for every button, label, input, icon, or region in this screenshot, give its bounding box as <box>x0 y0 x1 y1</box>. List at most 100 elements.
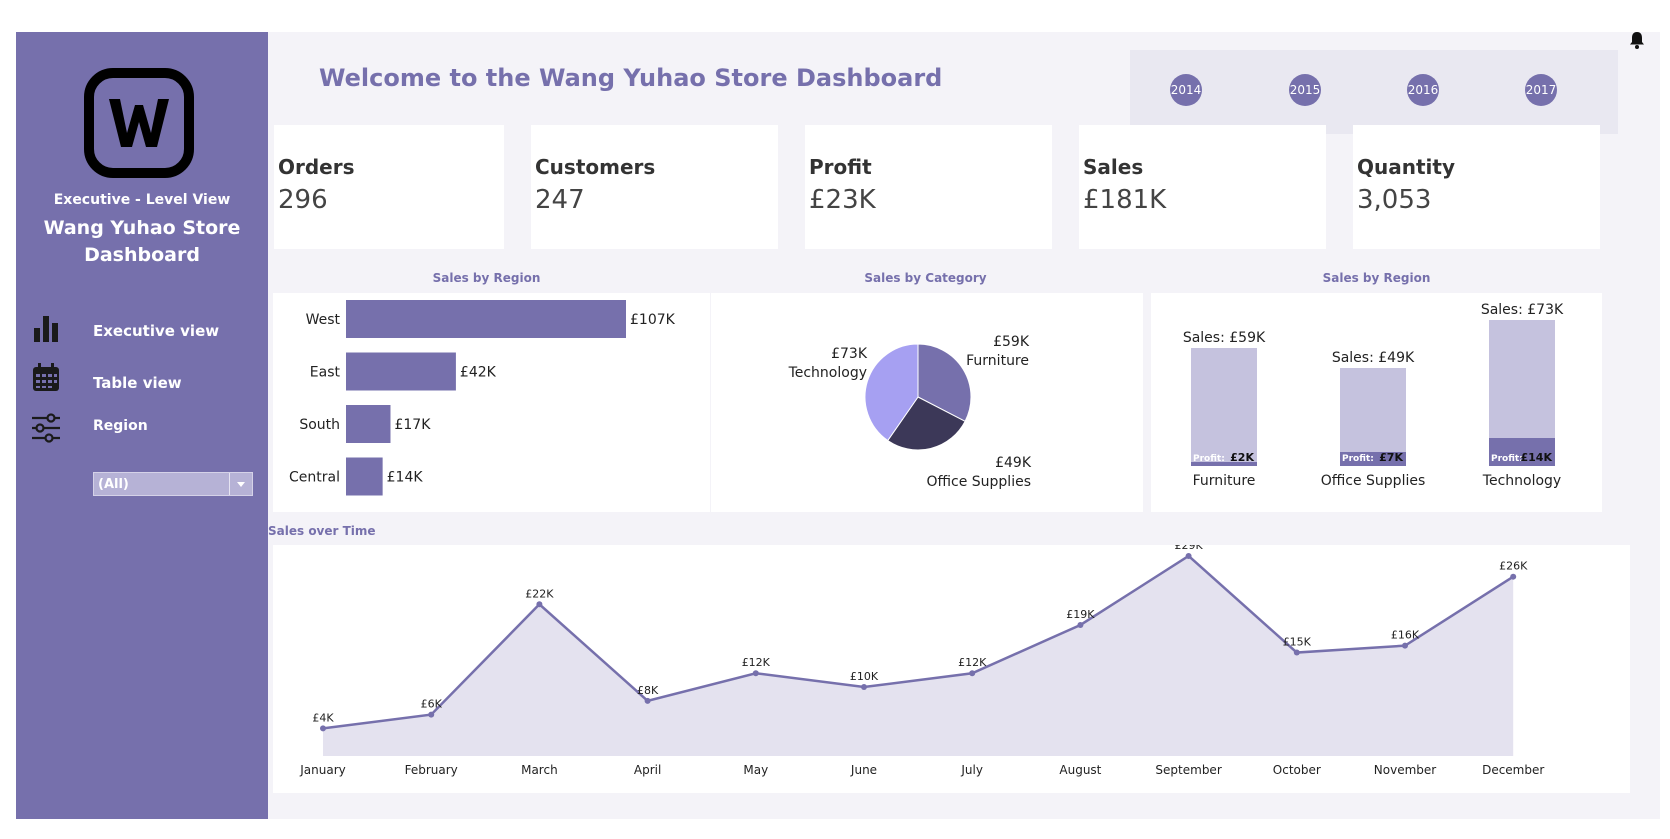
profit-prefix-label: Profit: <box>1342 454 1374 464</box>
region-category-label: West <box>306 312 341 328</box>
sales-point <box>1510 573 1517 580</box>
sales-area <box>323 556 1514 756</box>
region-value-label: £14K <box>387 470 424 486</box>
kpi-value: 247 <box>535 185 585 215</box>
month-axis-label: June <box>850 763 877 777</box>
bell-icon[interactable] <box>1627 30 1647 50</box>
year-button-2017[interactable]: 2017 <box>1525 74 1557 106</box>
category-pie-chart: £59K Furniture £49K Office Supplies £73K Tech… <box>788 334 1032 490</box>
pie-category-label: Technology <box>788 365 867 381</box>
sales-point-label: £4K <box>312 711 334 724</box>
region-bar <box>346 405 391 443</box>
sliders-icon <box>32 413 60 443</box>
sidebar-title: Wang Yuhao Store Dashboard <box>16 215 268 269</box>
month-axis-label: January <box>299 763 346 777</box>
kpi-value: £23K <box>809 185 876 215</box>
month-axis-label: March <box>521 763 558 777</box>
sales-point <box>644 697 651 704</box>
region-bar <box>346 352 456 391</box>
calendar-icon[interactable] <box>30 361 62 393</box>
sales-point-label: £12K <box>742 656 771 669</box>
kpi-label: Profit <box>809 155 872 179</box>
month-axis-label: April <box>634 763 661 777</box>
region-select-value: (All) <box>98 477 129 492</box>
profit-bar-panel: Sales: £59K Profit: £2K Furniture Sales: £49… <box>1151 293 1602 512</box>
month-axis-label: May <box>743 763 768 777</box>
nav-table-view[interactable]: Table view <box>93 374 182 392</box>
region-select[interactable]: (All) <box>93 472 253 496</box>
region-value-label: £107K <box>630 312 676 328</box>
sidebar-subtitle: Executive - Level View <box>53 192 231 208</box>
kpi-value: £181K <box>1083 185 1167 215</box>
region-value-label: £17K <box>394 417 431 433</box>
kpi-label: Customers <box>535 155 656 179</box>
sales-point-label: £19K <box>1066 608 1095 621</box>
year-button-2014[interactable]: 2014 <box>1170 74 1202 106</box>
profit-prefix-label: Profit: <box>1491 454 1523 464</box>
pie-category-label: Office Supplies <box>926 474 1031 490</box>
sales-point-label: £22K <box>525 587 554 600</box>
region-filter-label: Region <box>93 418 148 434</box>
sales-point <box>1185 553 1192 559</box>
sales-point <box>536 601 543 608</box>
category-pie-panel: £59K Furniture £49K Office Supplies £73K Tech… <box>711 293 1143 512</box>
region-bar <box>346 300 626 338</box>
sales-point <box>1402 642 1408 649</box>
sidebar-title-line2: Dashboard <box>84 244 200 266</box>
page-title: Welcome to the Wang Yuhao Store Dashboar… <box>319 64 943 92</box>
profit-chart-title: Sales by Region <box>1322 271 1431 285</box>
sales-bar <box>1191 348 1257 466</box>
month-axis-label: August <box>1059 763 1101 777</box>
kpi-label: Sales <box>1083 155 1144 179</box>
pie-value-label: £73K <box>831 346 868 362</box>
sales-point-label: £10K <box>850 670 879 683</box>
category-axis-label: Technology <box>1482 473 1561 489</box>
sidebar-title-line1: Wang Yuhao Store <box>43 217 241 239</box>
month-axis-label: February <box>405 763 458 777</box>
sales-point <box>861 684 867 691</box>
year-filter: 2014 2015 2016 2017 <box>1130 50 1618 134</box>
sales-point-label: £12K <box>958 656 987 669</box>
year-button-2016[interactable]: 2016 <box>1407 74 1439 106</box>
region-bar-chart: West £107K East £42K South £17K Central £14K <box>289 300 676 496</box>
kpi-label: Orders <box>278 155 355 179</box>
sales-point <box>1077 621 1084 628</box>
category-axis-label: Office Supplies <box>1321 473 1426 489</box>
region-category-label: South <box>299 417 340 433</box>
pie-value-label: £49K <box>995 455 1032 471</box>
kpi-quantity: Quantity 3,053 <box>1353 125 1600 249</box>
sales-point-label: £26K <box>1499 560 1528 573</box>
chevron-down-icon[interactable] <box>229 473 252 495</box>
sales-value-label: Sales: £59K <box>1183 330 1266 346</box>
pie-value-label: £59K <box>993 334 1030 350</box>
region-chart-title: Sales by Region <box>432 271 541 285</box>
sales-point <box>428 711 435 718</box>
kpi-label: Quantity <box>1357 155 1455 179</box>
main-area: Welcome to the Wang Yuhao Store Dashboar… <box>268 32 1660 819</box>
kpi-sales: Sales £181K <box>1079 125 1326 249</box>
profit-value-label: £7K <box>1379 451 1403 464</box>
profit-value-label: £14K <box>1521 451 1553 464</box>
kpi-profit: Profit £23K <box>805 125 1052 249</box>
bar-chart-icon[interactable] <box>30 312 62 344</box>
month-axis-label: July <box>960 763 983 777</box>
kpi-customers: Customers 247 <box>531 125 778 249</box>
profit-prefix-label: Profit: <box>1193 454 1225 464</box>
sales-point-label: £16K <box>1391 629 1420 642</box>
sales-over-time-chart: £4K January £6K February £22K March £8K April £1… <box>299 539 1544 777</box>
sales-value-label: Sales: £73K <box>1481 302 1564 318</box>
time-chart-title: Sales over Time <box>268 524 376 538</box>
time-line-panel: £4K January £6K February £22K March £8K April £1… <box>273 539 1630 793</box>
store-logo-icon <box>84 68 194 178</box>
sales-point-label: £6K <box>421 698 443 711</box>
kpi-value: 296 <box>278 185 328 215</box>
region-category-label: Central <box>289 470 340 486</box>
profit-value-label: £2K <box>1230 451 1254 464</box>
year-button-2015[interactable]: 2015 <box>1289 74 1321 106</box>
pie-category-label: Furniture <box>966 353 1029 369</box>
nav-executive-view[interactable]: Executive view <box>93 322 219 340</box>
kpi-value: 3,053 <box>1357 185 1432 215</box>
sales-point <box>320 725 326 732</box>
sales-point <box>752 670 759 677</box>
region-value-label: £42K <box>460 365 497 381</box>
